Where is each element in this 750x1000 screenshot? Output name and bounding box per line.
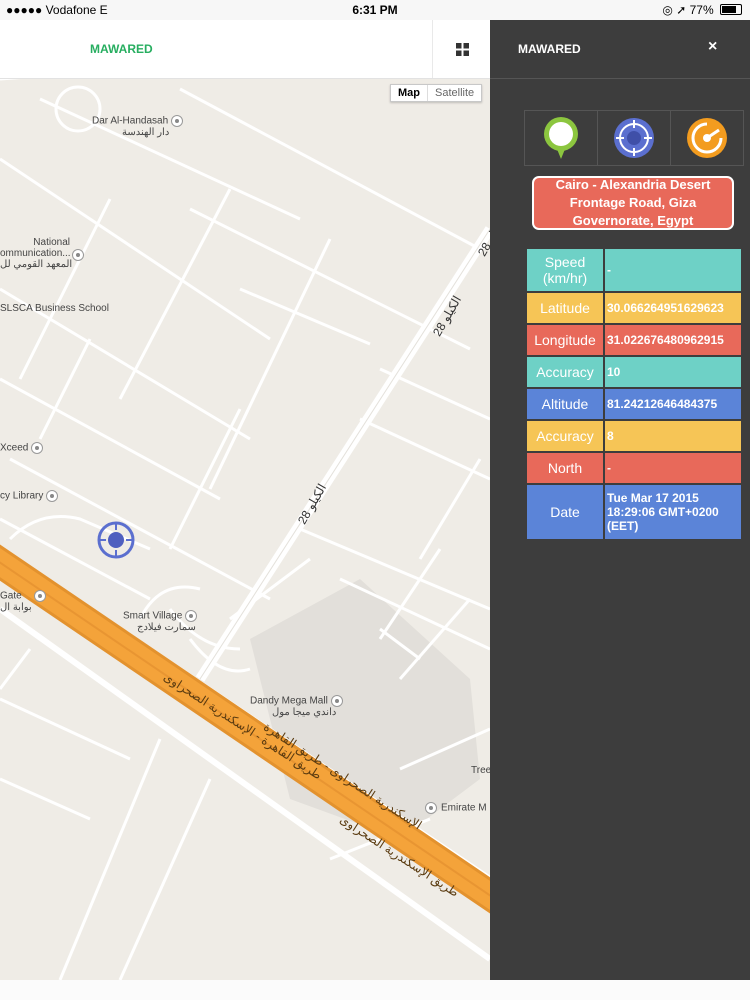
close-button[interactable]: × <box>708 38 717 56</box>
accuracy-value: 10 <box>605 357 741 387</box>
date-label: Date <box>527 485 603 539</box>
poi-national-communication[interactable]: National ommunication... المعهد القومي ل… <box>0 237 84 270</box>
map-type-map-button[interactable]: Map <box>391 85 428 101</box>
landmark-icon <box>33 590 46 602</box>
altitude-label: Altitude <box>527 389 603 419</box>
latitude-value: 30.066264951629623 <box>605 293 741 323</box>
poi-label-ar: بوابة ال <box>0 602 32 613</box>
poi-slsca[interactable]: SLSCA Business School <box>0 303 109 314</box>
poi-library[interactable]: cy Library <box>0 490 59 502</box>
bottom-strip <box>0 980 750 1000</box>
heading-label: North <box>527 453 603 483</box>
app-header: MAWARED <box>0 20 490 79</box>
poi-label-ar: سمارت فيلادج <box>137 622 196 633</box>
poi-label: ommunication... <box>0 248 71 259</box>
battery-icon <box>720 4 742 15</box>
poi-smart-village[interactable]: Smart Village سمارت فيلادج <box>123 610 198 633</box>
status-bar: ●●●●● Vodafone E 6:31 PM ◎ ➚ 77% <box>0 0 750 20</box>
clock: 6:31 PM <box>352 3 398 17</box>
longitude-label: Longitude <box>527 325 603 355</box>
poi-tree[interactable]: Tree <box>471 765 490 776</box>
map-type-toggle: Map Satellite <box>390 84 483 102</box>
shopping-bag-icon <box>330 695 343 707</box>
locate-mode-button[interactable] <box>598 111 671 165</box>
map-type-satellite-button[interactable]: Satellite <box>428 85 481 101</box>
poi-dar-al-handasah[interactable]: Dar Al-Handasah دار الهندسة <box>92 115 184 138</box>
poi-label: Xceed <box>0 442 29 454</box>
accuracy-label: Accuracy <box>527 357 603 387</box>
poi-label: Dar Al-Handasah <box>92 115 169 127</box>
grid-icon <box>455 42 469 56</box>
mode-icon-row <box>524 110 744 166</box>
poi-label-ar: دار الهندسة <box>122 127 170 138</box>
current-location-icon[interactable] <box>96 520 136 560</box>
poi-label-ar: داندي ميجا مول <box>272 707 337 718</box>
location-target-icon <box>614 118 654 158</box>
poi-label: Tree <box>471 765 490 776</box>
poi-label: cy Library <box>0 490 44 502</box>
poi-emirate[interactable]: Emirate M <box>425 802 487 814</box>
altitude-value: 81.24212646484375 <box>605 389 741 419</box>
location-info-table: Speed (km/hr) - Latitude 30.066264951629… <box>525 247 743 541</box>
status-right: ◎ ➚ 77% <box>662 3 742 17</box>
map-view[interactable]: Map Satellite Dar Al-Handasah دار الهندس… <box>0 79 490 980</box>
battery-percent: 77% <box>689 3 714 17</box>
altitude-accuracy-label: Accuracy <box>527 421 603 451</box>
poi-marker-icon <box>171 115 184 127</box>
pin-mode-button[interactable] <box>525 111 598 165</box>
poi-dandy-mega-mall[interactable]: Dandy Mega Mall داندي ميجا مول <box>250 695 343 718</box>
panel-header: MAWARED × <box>490 20 750 79</box>
poi-gate[interactable]: Gate بوابة ال <box>0 590 46 613</box>
poi-label: Smart Village <box>123 610 183 622</box>
poi-label: Emirate M <box>441 802 487 814</box>
speedometer-icon <box>687 118 727 158</box>
altitude-accuracy-value: 8 <box>605 421 741 451</box>
address-badge: Cairo - Alexandria Desert Frontage Road,… <box>532 176 734 230</box>
longitude-value: 31.022676480962915 <box>605 325 741 355</box>
poi-marker-icon <box>31 442 44 454</box>
map-pin-icon <box>544 117 578 159</box>
heading-value: - <box>605 453 741 483</box>
speed-value: - <box>605 249 741 291</box>
lock-rotation-icon: ◎ <box>662 3 673 17</box>
panel-title: MAWARED <box>518 42 581 56</box>
latitude-label: Latitude <box>527 293 603 323</box>
poi-label-ar: المعهد القومي لل <box>0 259 73 270</box>
poi-label: Gate <box>0 590 22 602</box>
poi-label: National <box>33 237 70 248</box>
map-streets <box>0 79 490 980</box>
graduation-cap-icon <box>46 490 59 502</box>
grid-menu-button[interactable] <box>432 20 491 78</box>
poi-marker-icon <box>185 610 198 622</box>
poi-xceed[interactable]: Xceed <box>0 442 44 454</box>
speed-mode-button[interactable] <box>671 111 743 165</box>
poi-label: SLSCA Business School <box>0 303 109 314</box>
graduation-cap-icon <box>72 249 84 261</box>
date-value: Tue Mar 17 2015 18:29:06 GMT+0200 (EET) <box>605 485 741 539</box>
app-title: MAWARED <box>90 42 153 56</box>
speed-label: Speed (km/hr) <box>527 249 603 291</box>
gas-station-icon <box>425 802 437 814</box>
poi-label: Dandy Mega Mall <box>250 695 328 707</box>
info-panel: MAWARED × Cairo - Alexandria Desert Fron… <box>490 20 750 980</box>
location-arrow-icon: ➚ <box>676 3 687 17</box>
